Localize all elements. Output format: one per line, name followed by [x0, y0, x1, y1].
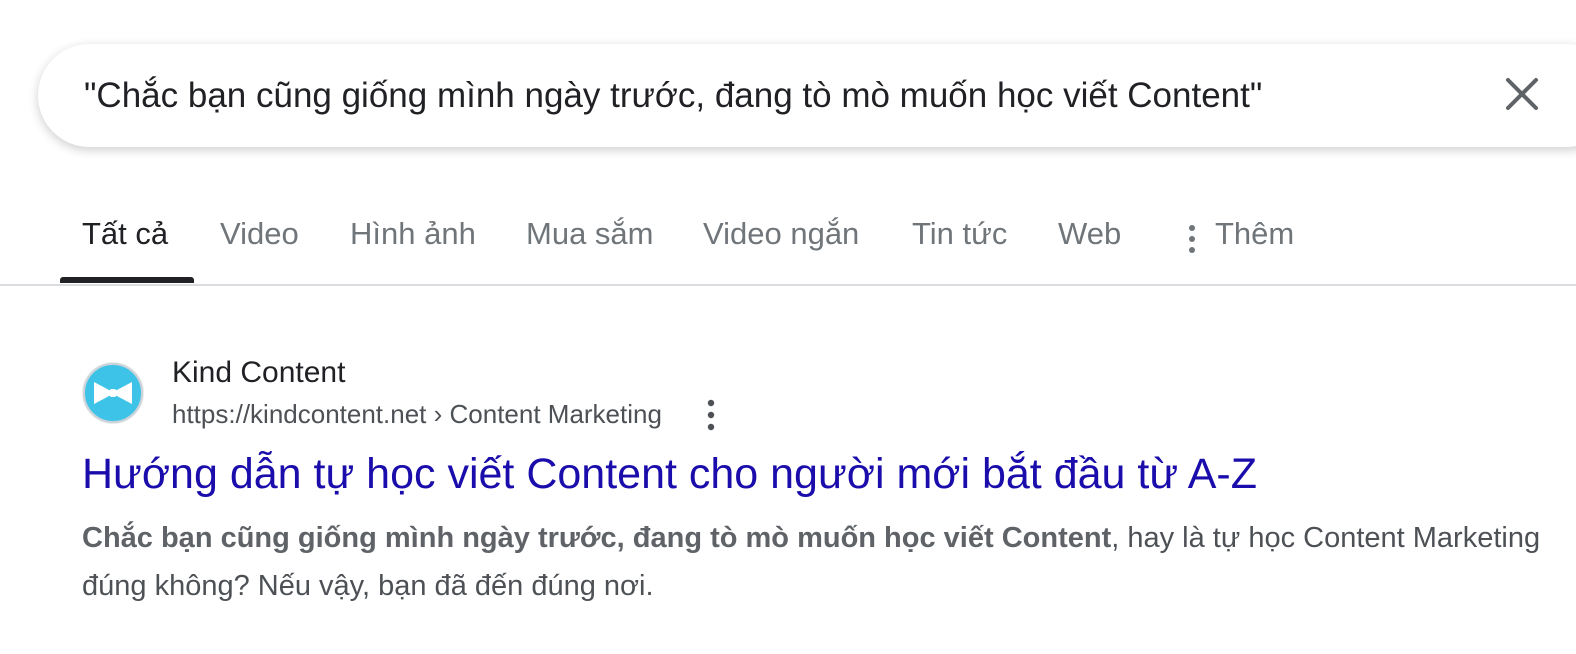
close-icon	[1506, 78, 1538, 110]
tabs-divider	[0, 284, 1576, 286]
tab-images[interactable]: Hình ảnh	[350, 216, 476, 252]
search-input[interactable]	[84, 44, 1464, 147]
tab-shopping[interactable]: Mua sắm	[526, 216, 653, 252]
active-tab-indicator	[60, 277, 194, 283]
tab-video[interactable]: Video	[220, 216, 299, 252]
result-title-link[interactable]: Hướng dẫn tự học viết Content cho người …	[82, 450, 1257, 499]
search-tabs: Tất cả Video Hình ảnh Mua sắm Video ngắn…	[0, 190, 1576, 285]
snippet-highlight: Chắc bạn cũng giống mình ngày trước, đan…	[82, 522, 1112, 554]
search-box	[38, 44, 1576, 147]
more-vert-icon[interactable]	[700, 398, 722, 432]
tab-short-videos[interactable]: Video ngắn	[703, 216, 859, 252]
tab-news[interactable]: Tin tức	[912, 216, 1007, 252]
site-favicon[interactable]	[82, 362, 144, 424]
tab-more[interactable]: Thêm	[1215, 216, 1294, 252]
result-snippet: Chắc bạn cũng giống mình ngày trước, đan…	[82, 514, 1552, 610]
tab-web[interactable]: Web	[1058, 216, 1121, 252]
more-vert-icon[interactable]	[1186, 224, 1198, 254]
bow-tie-icon	[83, 363, 143, 423]
result-site-name[interactable]: Kind Content	[172, 356, 345, 390]
result-url[interactable]: https://kindcontent.net › Content Market…	[172, 399, 662, 430]
tab-all[interactable]: Tất cả	[82, 216, 168, 252]
clear-search-button[interactable]	[1502, 74, 1542, 114]
